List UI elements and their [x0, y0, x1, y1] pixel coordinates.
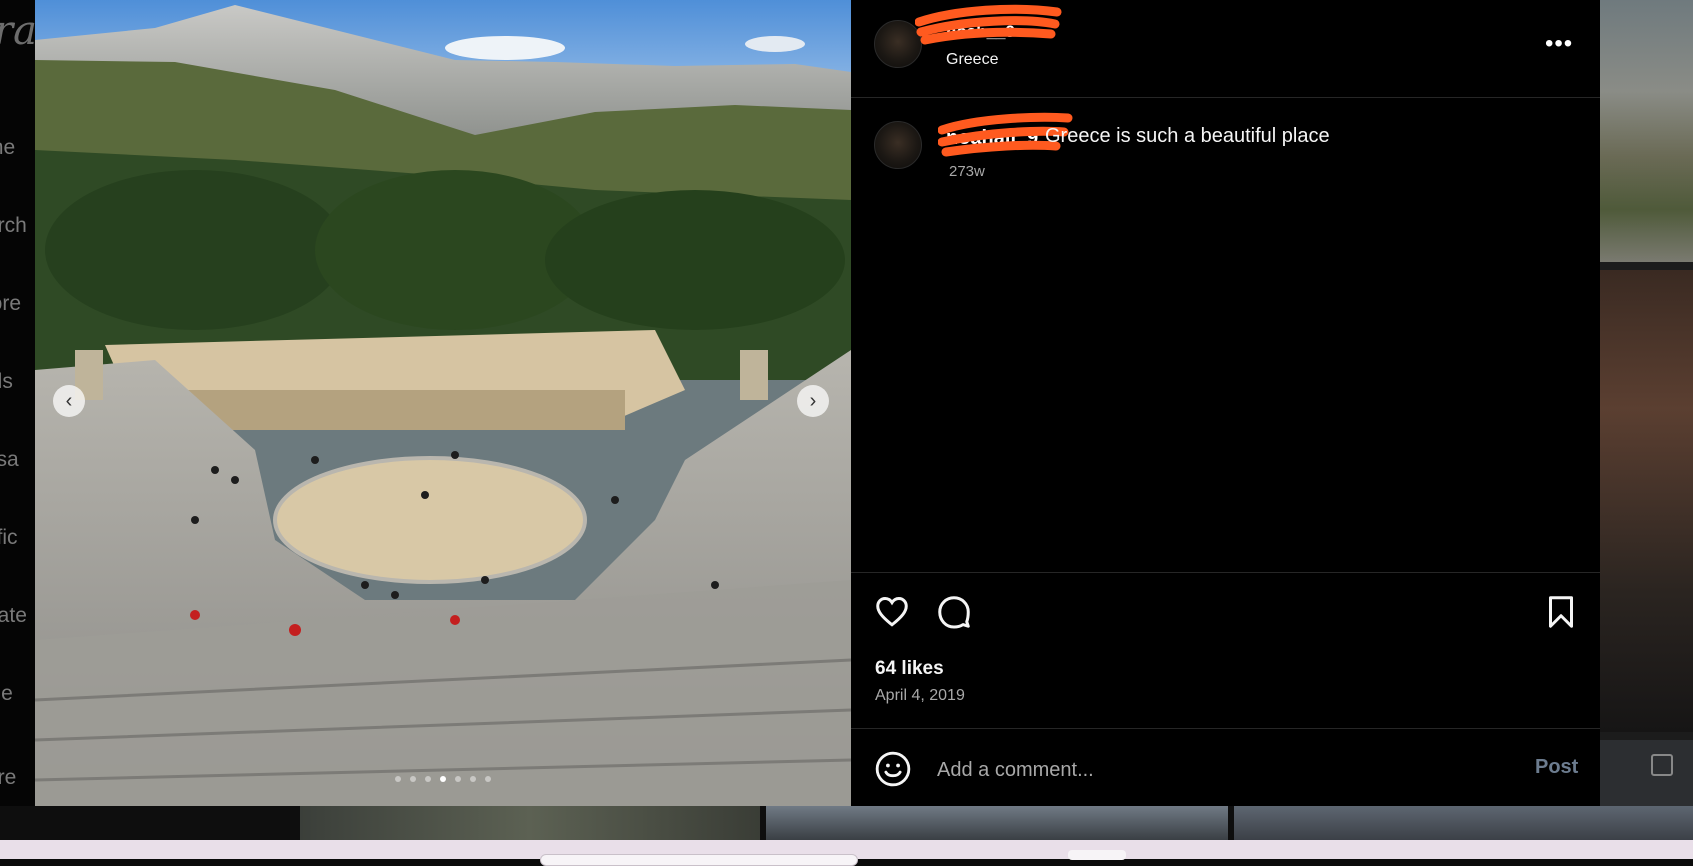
background-nav-item[interactable]: lore	[0, 292, 21, 316]
background-nav-item[interactable]: els	[0, 370, 13, 394]
background-grid-right	[1600, 0, 1693, 806]
background-thumbnail[interactable]	[1600, 0, 1693, 262]
carousel-indicator-icon	[1651, 754, 1673, 776]
comment-divider	[851, 728, 1600, 729]
background-thumbnail[interactable]	[1600, 270, 1693, 732]
comment-input[interactable]	[935, 755, 1499, 785]
carousel-dot	[470, 776, 476, 782]
background-nav-item[interactable]: eate	[0, 604, 27, 628]
caption-timestamp[interactable]: 273w	[949, 163, 985, 180]
avatar[interactable]	[874, 121, 922, 169]
os-taskbar	[0, 840, 1693, 866]
actions-divider	[851, 572, 1600, 573]
carousel-dots	[35, 776, 851, 782]
post-date[interactable]: April 4, 2019	[875, 687, 965, 705]
background-nav-item[interactable]: arch	[0, 214, 27, 238]
post-location[interactable]: Greece	[946, 51, 998, 69]
background-nav-item[interactable]: file	[0, 682, 13, 706]
comment-icon[interactable]	[936, 594, 972, 630]
background-nav-item[interactable]: tific	[0, 526, 18, 550]
bookmark-icon[interactable]	[1543, 594, 1579, 630]
post-comment-button[interactable]: Post	[1535, 756, 1578, 779]
carousel-dot	[455, 776, 461, 782]
background-thumbnail[interactable]	[1234, 806, 1693, 840]
carousel-next-button[interactable]: ›	[797, 385, 829, 417]
background-thumbnail[interactable]	[1600, 740, 1693, 806]
background-logo: ra	[0, 8, 36, 54]
heart-icon[interactable]	[874, 594, 910, 630]
post-modal: ‹ ›	[35, 0, 1600, 806]
redaction-scribble	[915, 4, 1062, 45]
background-sidebar: ra me arch lore els ssa tific eate file …	[0, 0, 36, 806]
carousel-dot	[440, 776, 446, 782]
background-nav-item[interactable]: ore	[0, 766, 16, 790]
post-photo	[35, 0, 851, 806]
caption-text: Greece is such a beautiful place	[1045, 125, 1330, 147]
background-thumbnail[interactable]	[300, 806, 760, 840]
carousel-dot	[395, 776, 401, 782]
more-options-icon[interactable]: •••	[1545, 30, 1573, 58]
background-nav-item[interactable]: me	[0, 136, 15, 160]
carousel-dot	[425, 776, 431, 782]
background-nav-item[interactable]: ssa	[0, 448, 19, 472]
carousel-dot	[410, 776, 416, 782]
header-divider	[851, 97, 1600, 98]
carousel-dot	[485, 776, 491, 782]
post-media[interactable]: ‹ ›	[35, 0, 851, 806]
likes-count[interactable]: 64 likes	[875, 658, 944, 680]
emoji-icon[interactable]	[874, 750, 912, 788]
background-thumbnail[interactable]	[766, 806, 1228, 840]
carousel-prev-button[interactable]: ‹	[53, 385, 85, 417]
taskbar-search[interactable]	[540, 854, 858, 866]
